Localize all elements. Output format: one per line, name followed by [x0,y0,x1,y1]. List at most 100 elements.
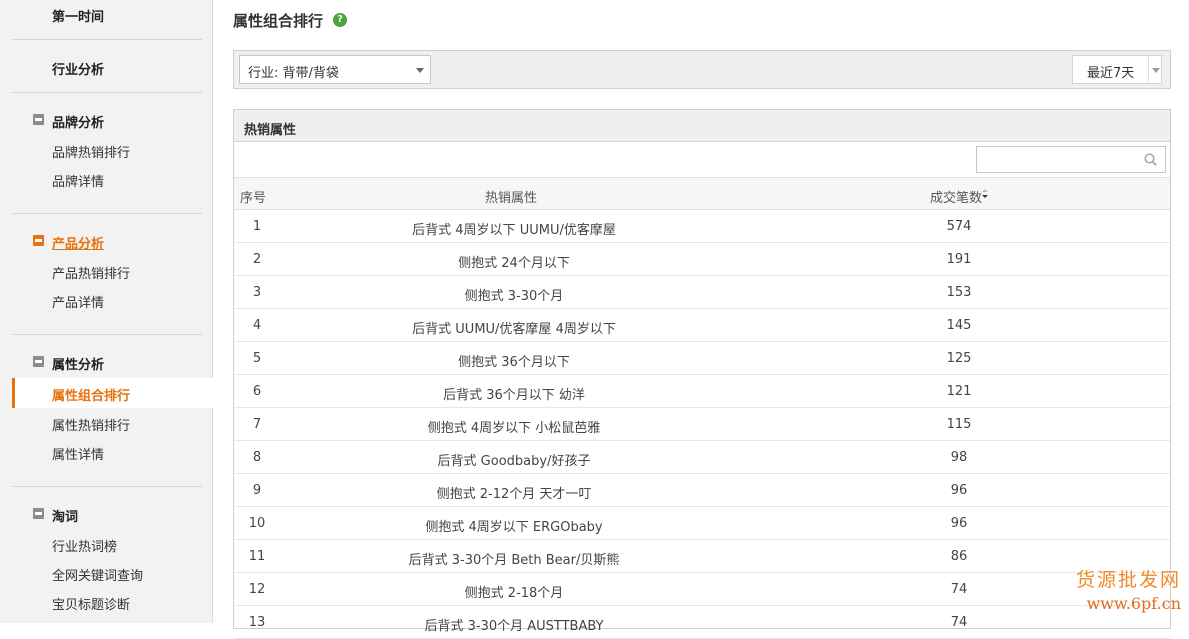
row-count: 98 [914,450,1004,465]
divider [12,486,202,487]
table-body: 1后背式 4周岁以下 UUMU/优客摩屋5742侧抱式 24个月以下1913侧抱… [234,210,1170,639]
table-row[interactable]: 9 侧抱式 2-12个月 天才一叮 96 [234,474,1170,507]
sidebar-item-title-diagnosis[interactable]: 宝贝标题诊断 [52,594,130,613]
row-index: 6 [234,384,280,399]
sidebar-item-hot-words[interactable]: 行业热词榜 [52,536,117,555]
table-row[interactable]: 5 侧抱式 36个月以下 125 [234,342,1170,375]
table-row[interactable]: 1 后背式 4周岁以下 UUMU/优客摩屋 574 [234,210,1170,243]
row-count: 121 [914,384,1004,399]
collapse-icon[interactable] [33,114,44,125]
chevron-down-icon [1152,68,1160,73]
row-attribute: 后背式 4周岁以下 UUMU/优客摩屋 [314,219,714,238]
panel-header: 热销属性 [234,110,1170,142]
row-count: 96 [914,483,1004,498]
chevron-down-icon [416,68,424,73]
row-index: 1 [234,219,280,234]
row-index: 9 [234,483,280,498]
row-count: 191 [914,252,1004,267]
row-attribute: 后背式 Goodbaby/好孩子 [314,450,714,469]
column-header-index: 序号 [240,187,266,206]
row-count: 86 [914,549,1004,564]
watermark: 货源批发网 www.6pf.cn [1076,565,1181,613]
sidebar-item-first-time[interactable]: 第一时间 [52,6,104,25]
sidebar-section-taoci[interactable]: 淘词 [52,506,78,525]
divider [1148,56,1149,83]
row-index: 8 [234,450,280,465]
page-title: 属性组合排行 [233,10,323,31]
sort-icon[interactable] [981,187,989,201]
row-count: 153 [914,285,1004,300]
sidebar-item-attr-combo-rank[interactable]: 属性组合排行 [12,378,214,408]
sidebar: 第一时间 行业分析 品牌分析 品牌热销排行 品牌详情 产品分析 产品热销排行 产… [0,0,213,623]
row-index: 2 [234,252,280,267]
column-header-count[interactable]: 成交笔数 [930,187,982,206]
row-index: 12 [234,582,280,597]
row-count: 115 [914,417,1004,432]
sidebar-item-brand-rank[interactable]: 品牌热销排行 [52,142,130,161]
row-attribute: 后背式 36个月以下 幼洋 [314,384,714,403]
panel-title: 热销属性 [244,119,296,138]
collapse-icon[interactable] [33,508,44,519]
sidebar-item-attr-detail[interactable]: 属性详情 [52,444,104,463]
sidebar-item-brand-detail[interactable]: 品牌详情 [52,171,104,190]
watermark-url: www.6pf.cn [1076,594,1181,613]
sidebar-item-attr-rank[interactable]: 属性热销排行 [52,415,130,434]
row-count: 96 [914,516,1004,531]
row-attribute: 侧抱式 4周岁以下 小松鼠芭雅 [314,417,714,436]
table-header: 序号 热销属性 成交笔数 [234,177,1170,210]
row-index: 10 [234,516,280,531]
table-row[interactable]: 2 侧抱式 24个月以下 191 [234,243,1170,276]
hot-attributes-panel: 热销属性 序号 热销属性 成交笔数 1后背式 4周岁以下 UUMU/优客摩屋57… [233,109,1171,629]
table-row[interactable]: 11 后背式 3-30个月 Beth Bear/贝斯熊 86 [234,540,1170,573]
industry-select-value: 行业: 背带/背袋 [248,62,339,81]
divider [12,92,202,93]
divider [12,39,202,40]
row-attribute: 侧抱式 24个月以下 [314,252,714,271]
sidebar-item-product-detail[interactable]: 产品详情 [52,292,104,311]
divider [12,213,202,214]
industry-select[interactable]: 行业: 背带/背袋 [239,55,431,84]
row-attribute: 侧抱式 3-30个月 [314,285,714,304]
row-index: 4 [234,318,280,333]
row-count: 145 [914,318,1004,333]
row-count: 125 [914,351,1004,366]
help-icon[interactable]: ? [333,13,347,27]
row-attribute: 后背式 3-30个月 Beth Bear/贝斯熊 [314,549,714,568]
table-row[interactable]: 10 侧抱式 4周岁以下 ERGObaby 96 [234,507,1170,540]
row-index: 11 [234,549,280,564]
table-row[interactable]: 8 后背式 Goodbaby/好孩子 98 [234,441,1170,474]
row-count: 574 [914,219,1004,234]
row-attribute: 后背式 UUMU/优客摩屋 4周岁以下 [314,318,714,337]
sidebar-item-keyword-query[interactable]: 全网关键词查询 [52,565,143,584]
collapse-icon[interactable] [33,356,44,367]
table-row[interactable]: 7 侧抱式 4周岁以下 小松鼠芭雅 115 [234,408,1170,441]
sidebar-item-product-rank[interactable]: 产品热销排行 [52,263,130,282]
sidebar-section-product[interactable]: 产品分析 [52,233,104,252]
table-row[interactable]: 6 后背式 36个月以下 幼洋 121 [234,375,1170,408]
sidebar-item-label: 属性组合排行 [52,385,130,404]
table-row[interactable]: 12 侧抱式 2-18个月 74 [234,573,1170,606]
search-input[interactable] [976,146,1166,173]
row-index: 7 [234,417,280,432]
filter-bar: 行业: 背带/背袋 最近7天 [233,50,1171,89]
sidebar-section-brand[interactable]: 品牌分析 [52,112,104,131]
row-attribute: 后背式 3-30个月 AUSTTBABY [314,615,714,634]
row-attribute: 侧抱式 2-18个月 [314,582,714,601]
row-index: 3 [234,285,280,300]
row-attribute: 侧抱式 36个月以下 [314,351,714,370]
row-attribute: 侧抱式 4周岁以下 ERGObaby [314,516,714,535]
collapse-icon[interactable] [33,235,44,246]
search-icon[interactable] [1144,153,1157,166]
row-attribute: 侧抱式 2-12个月 天才一叮 [314,483,714,502]
watermark-text: 货源批发网 [1076,565,1181,592]
date-range-select[interactable]: 最近7天 [1072,55,1162,84]
date-range-value: 最近7天 [1087,62,1134,81]
sidebar-section-attribute[interactable]: 属性分析 [52,354,104,373]
divider [12,334,202,335]
sidebar-item-industry[interactable]: 行业分析 [52,59,104,78]
table-row[interactable]: 3 侧抱式 3-30个月 153 [234,276,1170,309]
row-index: 5 [234,351,280,366]
row-count: 74 [914,582,1004,597]
column-header-attr: 热销属性 [485,187,537,206]
table-row[interactable]: 4 后背式 UUMU/优客摩屋 4周岁以下 145 [234,309,1170,342]
